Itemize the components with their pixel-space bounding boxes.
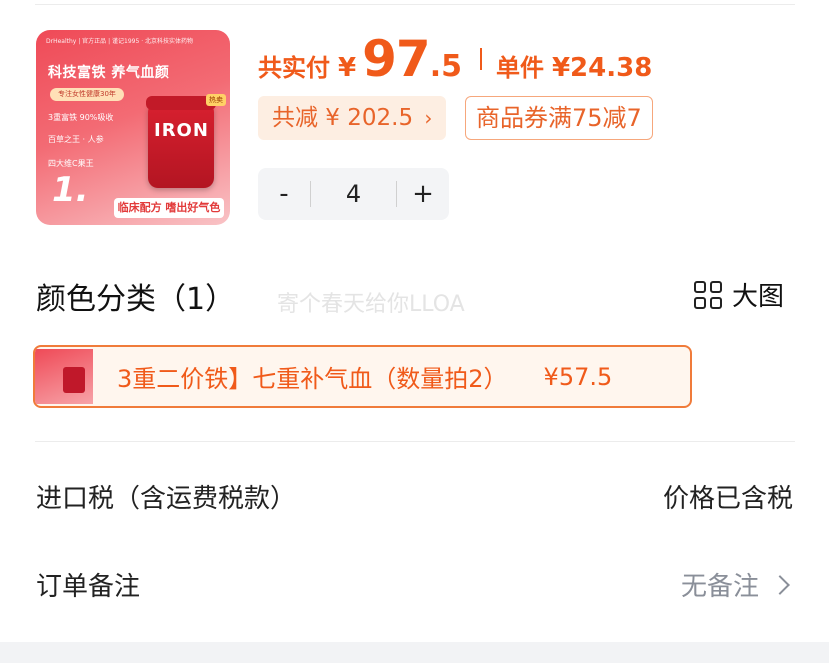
variant-price: ¥57.5 bbox=[543, 362, 613, 391]
order-note-label: 订单备注 bbox=[36, 572, 141, 602]
watermark-text: 寄个春天给你LLOA bbox=[277, 292, 465, 317]
image-pill: 专注女性健康30年 bbox=[50, 88, 124, 101]
quantity-value[interactable]: 4 bbox=[311, 180, 396, 208]
price-separator bbox=[479, 48, 482, 70]
image-feature: 四大维C果王 bbox=[48, 159, 94, 168]
total-price-integer: 97 bbox=[362, 30, 431, 88]
image-feature: 3重富铁 90%吸收 bbox=[48, 113, 114, 122]
variant-jar-illustration bbox=[63, 367, 85, 393]
coupon-chip[interactable]: 商品券满75减7 bbox=[465, 96, 653, 140]
top-divider bbox=[35, 4, 795, 5]
large-image-toggle[interactable]: 大图 bbox=[694, 276, 784, 313]
total-price-decimal: .5 bbox=[429, 49, 462, 84]
chevron-right-icon bbox=[770, 574, 790, 595]
product-jar-illustration: IRON bbox=[146, 96, 216, 188]
import-tax-value: 价格已含税 bbox=[662, 484, 793, 514]
unit-price-value: ¥24.38 bbox=[551, 53, 653, 83]
decrease-button[interactable]: - bbox=[258, 179, 310, 209]
import-tax-label: 进口税（含运费税款） bbox=[36, 484, 297, 514]
section-divider bbox=[35, 441, 795, 442]
price-row: 共实付 ¥ 97 .5 单件 ¥24.38 bbox=[258, 30, 652, 88]
image-big-number: 1. bbox=[52, 170, 89, 210]
chevron-right-icon: › bbox=[424, 106, 433, 130]
variant-section-title: 颜色分类（1） bbox=[36, 282, 236, 317]
image-banner: 临床配方 嗜出好气色 bbox=[114, 198, 224, 218]
variant-option-selected[interactable]: 3重二价铁】七重补气血（数量拍2） ¥57.5 bbox=[33, 345, 692, 408]
total-discount-chip[interactable]: 共减 ¥ 202.5 › bbox=[258, 96, 447, 140]
large-image-label: 大图 bbox=[732, 282, 785, 312]
increase-button[interactable]: + bbox=[397, 179, 449, 209]
hot-badge: 热卖 bbox=[206, 94, 226, 106]
brand-row: DrHealthy | 官方正品 | 谨记1995 · 北京科技实体药物 bbox=[46, 38, 194, 45]
image-headline: 科技富铁 养气血颜 bbox=[48, 65, 170, 81]
variant-thumbnail bbox=[35, 349, 93, 404]
total-discount-text: 共减 ¥ 202.5 bbox=[272, 105, 414, 131]
product-image[interactable]: DrHealthy | 官方正品 | 谨记1995 · 北京科技实体药物 科技富… bbox=[36, 30, 230, 225]
variant-name: 3重二价铁】七重补气血（数量拍2） bbox=[117, 365, 508, 393]
order-note-value: 无备注 bbox=[680, 572, 759, 602]
total-paid-label: 共实付 bbox=[258, 54, 330, 82]
currency-symbol: ¥ bbox=[338, 53, 357, 83]
unit-price-label: 单件 bbox=[495, 54, 544, 82]
grid-icon bbox=[694, 280, 722, 309]
jar-label: IRON bbox=[154, 120, 209, 141]
order-note-value-wrap[interactable]: 无备注 bbox=[681, 566, 793, 603]
bottom-section-gap bbox=[0, 642, 829, 663]
image-feature: 百草之王 · 人参 bbox=[48, 135, 104, 144]
quantity-stepper: - 4 + bbox=[258, 168, 449, 220]
